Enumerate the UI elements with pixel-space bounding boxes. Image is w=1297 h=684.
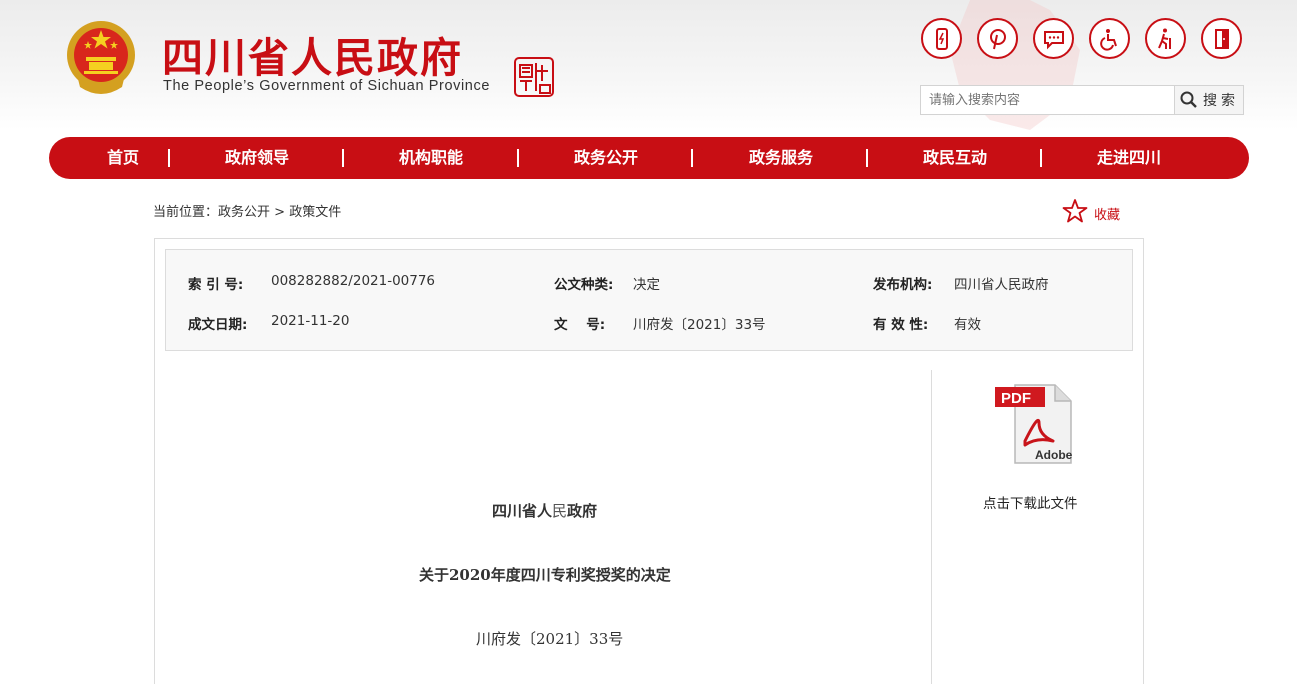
- issuer-text-part3: 政府: [567, 502, 598, 520]
- mobile-icon[interactable]: [921, 18, 962, 59]
- star-icon: [1062, 199, 1088, 223]
- issuer-text-part1: 四川省人: [492, 502, 553, 520]
- nav-item-gov-affairs[interactable]: 政务公开: [566, 137, 646, 179]
- nav-separator: [168, 149, 170, 167]
- pinterest-icon[interactable]: [977, 18, 1018, 59]
- publisher-label: 发布机构:: [873, 277, 933, 293]
- nav-separator: [691, 149, 693, 167]
- nav-separator: [342, 149, 344, 167]
- seal-logo-icon: [514, 57, 554, 97]
- main-nav: 首页 政府领导 机构职能 政务公开 政务服务 政民互动 走进四川: [49, 137, 1249, 179]
- search-button-label: 搜索: [1203, 93, 1239, 109]
- svg-text:PDF: PDF: [1001, 390, 1031, 407]
- publisher-value: 四川省人民政府: [954, 277, 1049, 293]
- nav-item-sichuan[interactable]: 走进四川: [1089, 137, 1169, 179]
- breadcrumb-link-policy[interactable]: 政策文件: [289, 205, 341, 220]
- search-button[interactable]: 搜索: [1175, 85, 1244, 115]
- elderly-icon[interactable]: [1145, 18, 1186, 59]
- breadcrumb-link-gov-affairs[interactable]: 政务公开: [218, 205, 270, 220]
- site-title[interactable]: 四川省人民政府: [162, 24, 463, 84]
- exit-icon[interactable]: [1201, 18, 1242, 59]
- breadcrumb-prefix: 当前位置：: [153, 205, 219, 220]
- doc-type-label: 公文种类:: [554, 277, 614, 293]
- site-subtitle: The People’s Government of Sichuan Provi…: [163, 78, 490, 94]
- favorite-label: 收藏: [1094, 207, 1121, 223]
- breadcrumb: 当前位置：政务公开 > 政策文件: [153, 201, 341, 220]
- message-icon[interactable]: [1033, 18, 1074, 59]
- document-metadata: 索 引 号: 008282882/2021-00776 公文种类: 决定 发布机…: [165, 249, 1133, 351]
- validity-label: 有 效 性:: [873, 317, 929, 333]
- document-number: 川府发〔2021〕33号: [476, 630, 624, 648]
- pdf-download-icon[interactable]: PDF Adobe: [993, 383, 1075, 465]
- issuer-text-part2: 民: [552, 502, 568, 520]
- nav-item-institutions[interactable]: 机构职能: [391, 137, 471, 179]
- nav-item-leaders[interactable]: 政府领导: [217, 137, 297, 179]
- doc-type-value: 决定: [633, 277, 660, 293]
- nav-item-interaction[interactable]: 政民互动: [915, 137, 995, 179]
- doc-number-label: 文 号:: [554, 317, 606, 333]
- search-icon: [1180, 91, 1197, 108]
- index-value: 008282882/2021-00776: [271, 273, 436, 289]
- search-input[interactable]: [920, 85, 1175, 115]
- breadcrumb-separator: >: [270, 205, 290, 220]
- nav-item-gov-services[interactable]: 政务服务: [741, 137, 821, 179]
- svg-text:Adobe: Adobe: [1035, 448, 1073, 462]
- content-divider: [931, 370, 932, 684]
- nav-item-home[interactable]: 首页: [89, 137, 157, 179]
- date-label: 成文日期:: [188, 317, 248, 333]
- index-label: 索 引 号:: [188, 277, 244, 293]
- nav-separator: [517, 149, 519, 167]
- document-issuer: 四川省人民政府: [492, 500, 597, 521]
- nav-separator: [1040, 149, 1042, 167]
- doc-number-value: 川府发〔2021〕33号: [633, 317, 766, 333]
- nav-separator: [866, 149, 868, 167]
- validity-value: 有效: [954, 317, 981, 333]
- favorite-button[interactable]: 收藏: [1062, 198, 1120, 224]
- download-link[interactable]: 点击下载此文件: [983, 492, 1078, 512]
- national-emblem-icon: [67, 21, 135, 94]
- accessibility-icon[interactable]: [1089, 18, 1130, 59]
- document-title: 关于2020年度四川专利奖授奖的决定: [419, 566, 671, 584]
- site-header: 四川省人民政府 The People’s Government of Sichu…: [0, 0, 1297, 130]
- date-value: 2021-11-20: [271, 313, 350, 329]
